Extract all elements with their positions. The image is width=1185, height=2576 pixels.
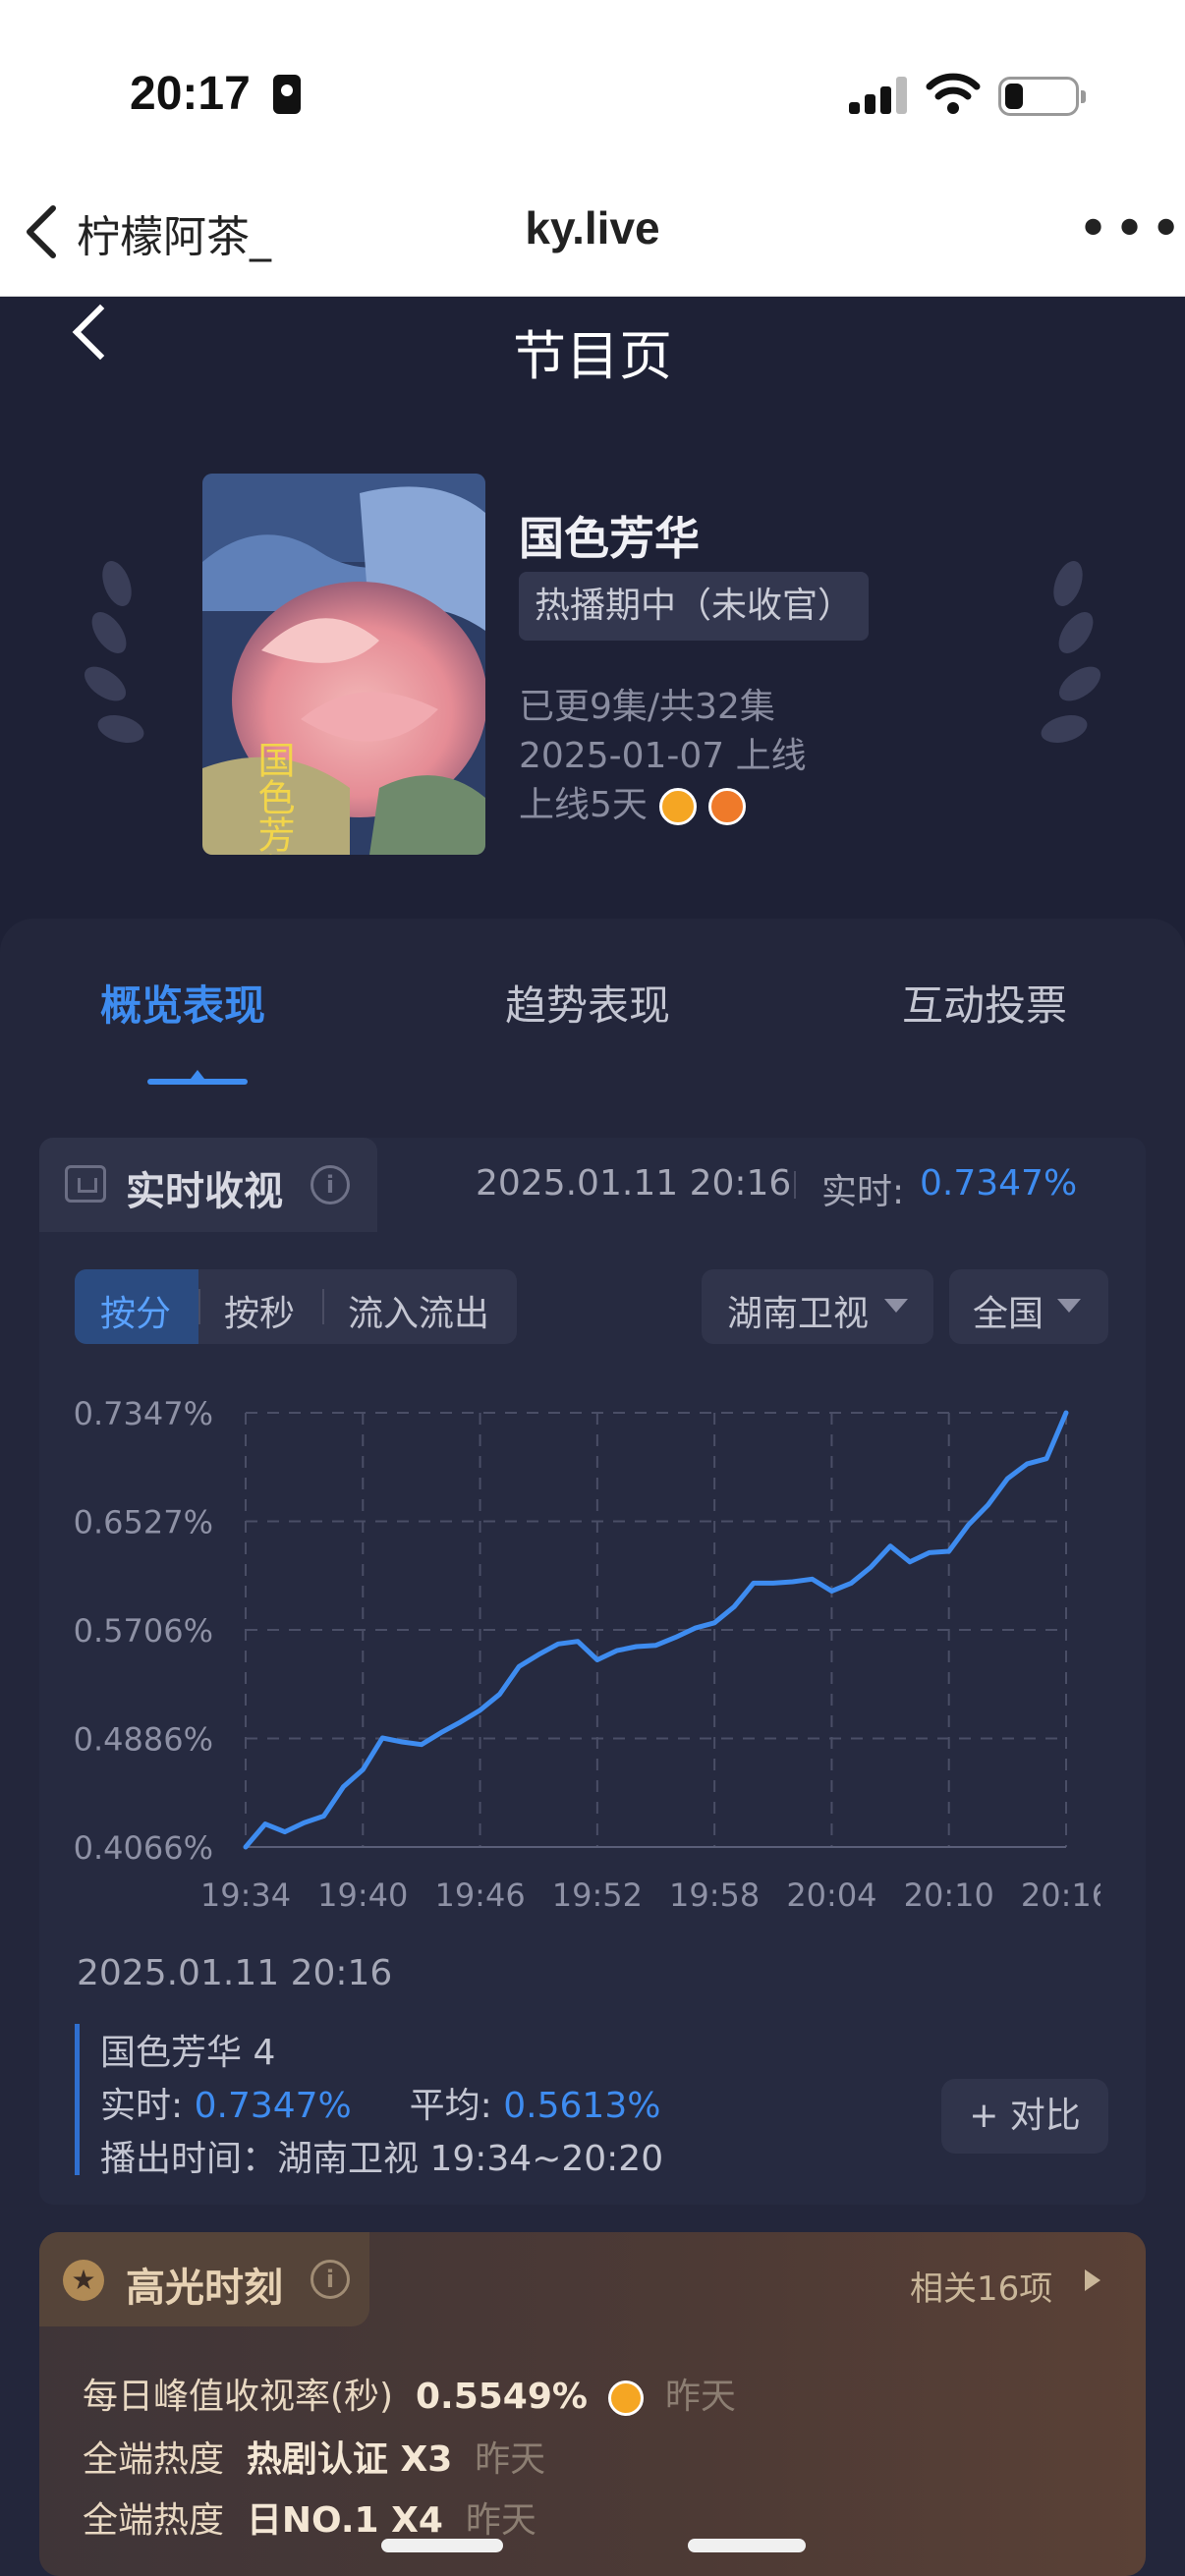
info-icon[interactable]: i xyxy=(310,1165,350,1204)
mode-second[interactable]: 按秒 xyxy=(224,1285,295,1336)
realtime-timestamp: 2025.01.11 20:16 xyxy=(476,1163,792,1204)
x-tick-label: 20:10 xyxy=(904,1876,994,1914)
tab-vote[interactable]: 互动投票 xyxy=(902,973,1067,1033)
highlight-label: 全端热度 xyxy=(83,2500,225,2541)
region-dropdown-label: 全国 xyxy=(973,1294,1044,1334)
highlight-value: 0.5549% xyxy=(415,2377,588,2417)
play-arrow-icon xyxy=(1085,2269,1100,2291)
show-premiere: 2025-01-07 上线 xyxy=(519,736,807,776)
show-days-online: 上线5天 xyxy=(519,785,648,825)
divider xyxy=(794,1171,796,1199)
chevron-down-icon xyxy=(884,1299,908,1313)
series-color-bar xyxy=(75,2024,80,2175)
highlight-label: 全端热度 xyxy=(83,2439,225,2480)
detail-now-value: 0.7347% xyxy=(194,2086,352,2126)
show-poster[interactable]: 国色芳华 xyxy=(202,474,485,855)
compare-button[interactable]: + 对比 xyxy=(941,2079,1108,2154)
x-tick-label: 20:04 xyxy=(786,1876,876,1914)
show-name: 国色芳华 xyxy=(519,512,700,565)
x-tick-label: 19:34 xyxy=(200,1876,291,1914)
x-tick-label: 19:58 xyxy=(669,1876,760,1914)
star-badge-icon: ★ xyxy=(63,2260,104,2301)
mode-flow[interactable]: 流入流出 xyxy=(348,1285,489,1336)
laurel-left-icon xyxy=(69,550,157,766)
realtime-now-label: 实时: xyxy=(821,1172,905,1212)
highlight-label: 每日峰值收视率(秒) xyxy=(83,2377,394,2417)
detail-avg-value: 0.5613% xyxy=(503,2086,661,2126)
highlight-item[interactable]: 每日峰值收视率(秒) 0.5549% 昨天 xyxy=(83,2368,736,2419)
chevron-down-icon xyxy=(1057,1299,1081,1313)
y-tick-label: 0.6527% xyxy=(74,1504,213,1541)
realtime-title: 实时收视 xyxy=(126,1169,283,1214)
show-status-tag: 热播期中（未收官） xyxy=(519,572,870,641)
detail-now-label: 实时: xyxy=(100,2086,184,2126)
realtime-now-value: 0.7347% xyxy=(920,1163,1078,1204)
home-indicator xyxy=(381,2539,503,2552)
ratings-line-chart: 0.4066% 0.4886% 0.5706% 0.6527% 0.7347% 19:34… xyxy=(74,1395,1100,1914)
status-time: 20:17 xyxy=(130,68,251,120)
poster-caption: 国色芳华 xyxy=(252,741,295,855)
detail-timestamp: 2025.01.11 20:16 xyxy=(77,1953,393,1993)
channel-dropdown-label: 湖南卫视 xyxy=(727,1294,870,1334)
home-indicator xyxy=(688,2539,806,2552)
y-tick-label: 0.4066% xyxy=(74,1829,213,1867)
highlight-when: 昨天 xyxy=(664,2377,736,2417)
highlights-more-link[interactable]: 相关16项 xyxy=(910,2262,1052,2310)
browser-domain: ky.live xyxy=(525,202,660,253)
wifi-icon xyxy=(926,73,981,114)
y-tick-label: 0.5706% xyxy=(74,1612,213,1650)
highlight-when: 昨天 xyxy=(465,2500,536,2541)
tab-trend[interactable]: 趋势表现 xyxy=(505,973,670,1033)
tab-overview[interactable]: 概览表现 xyxy=(100,973,265,1033)
y-tick-label: 0.4886% xyxy=(74,1721,213,1759)
show-days-online-row: 上线5天 xyxy=(519,776,746,827)
mango-tv-icon xyxy=(658,788,697,825)
sim-card-icon xyxy=(273,75,301,114)
mode-minute[interactable]: 按分 xyxy=(100,1285,171,1336)
cellular-signal-icon xyxy=(849,77,908,114)
status-bar: 20:17 xyxy=(0,0,1185,177)
browser-more-icon[interactable]: ••• xyxy=(1077,202,1185,257)
calendar-icon xyxy=(65,1165,106,1203)
highlight-item[interactable]: 全端热度 热剧认证 X3 昨天 xyxy=(83,2431,545,2482)
highlights-title: 高光时刻 xyxy=(126,2266,283,2311)
detail-values-row: 实时: 0.7347% 平均: 0.5613% xyxy=(100,2077,660,2128)
x-tick-label: 19:40 xyxy=(317,1876,408,1914)
x-tick-label: 20:16 xyxy=(1021,1876,1100,1914)
detail-avg-label: 平均: xyxy=(409,2086,492,2126)
hunan-tv-icon xyxy=(707,788,746,825)
detail-airtime: 播出时间：湖南卫视 19:34~20:20 xyxy=(100,2139,664,2179)
info-icon[interactable]: i xyxy=(310,2260,350,2299)
divider xyxy=(322,1289,324,1324)
x-tick-label: 19:52 xyxy=(552,1876,643,1914)
battery-icon xyxy=(998,77,1086,116)
divider xyxy=(198,1289,200,1324)
highlight-item[interactable]: 全端热度 日NO.1 X4 昨天 xyxy=(83,2492,536,2543)
x-tick-label: 19:46 xyxy=(434,1876,525,1914)
page-title: 节目页 xyxy=(513,325,672,387)
y-tick-label: 0.7347% xyxy=(74,1395,213,1432)
highlight-value: 热剧认证 X3 xyxy=(246,2439,453,2480)
mango-tv-icon xyxy=(608,2380,645,2416)
detail-episode: 国色芳华 4 xyxy=(100,2033,276,2073)
laurel-right-icon xyxy=(1028,550,1116,766)
show-episodes: 已更9集/共32集 xyxy=(519,687,775,727)
highlight-value: 日NO.1 X4 xyxy=(246,2500,443,2541)
tab-active-indicator xyxy=(147,1070,248,1085)
highlight-when: 昨天 xyxy=(475,2439,546,2480)
